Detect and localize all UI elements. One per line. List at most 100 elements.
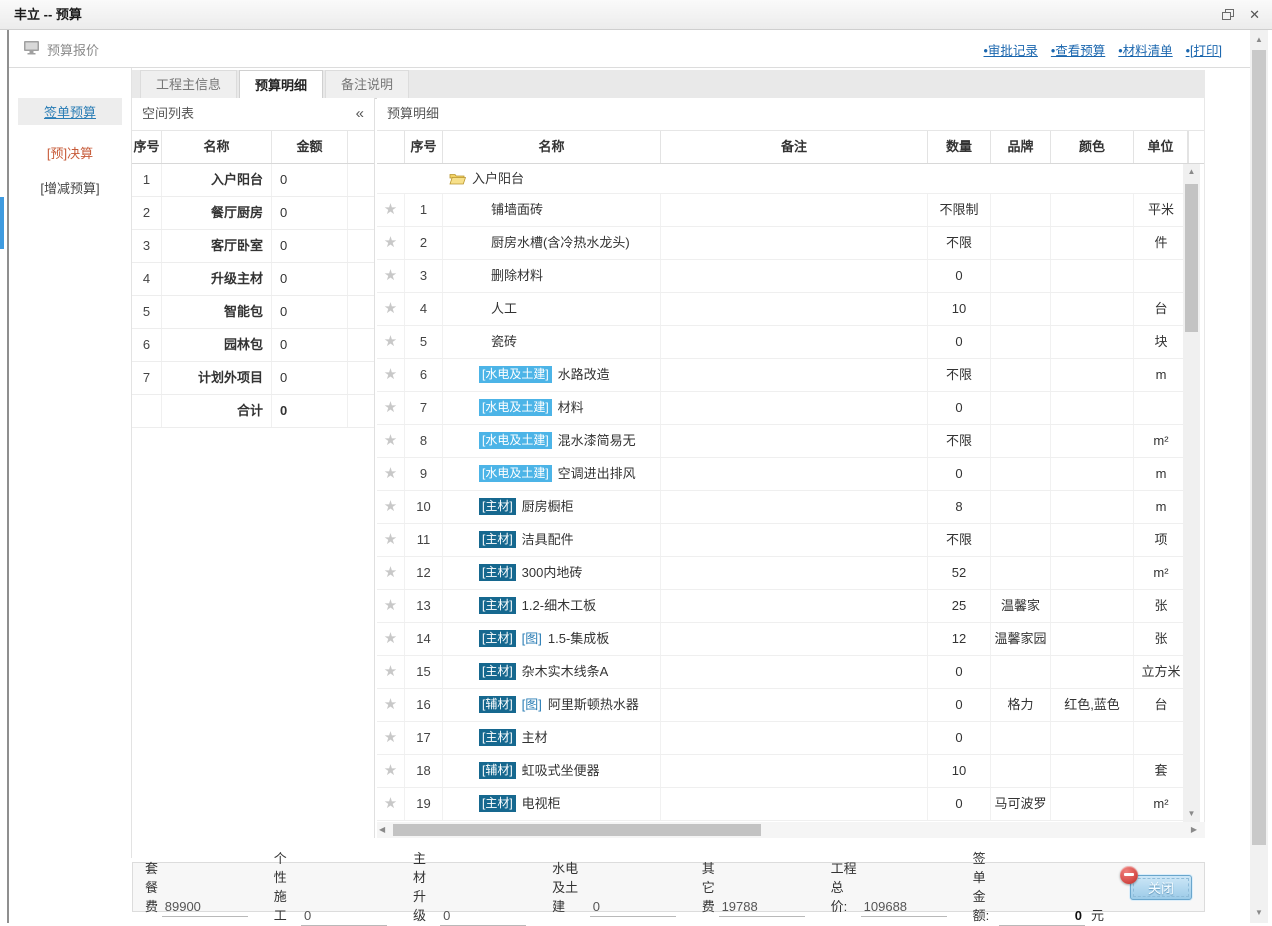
budget-item-row[interactable]: ★ 2 厨房水槽(含冷热水龙头) 不限 件 [377,227,1188,260]
vertical-scroll-thumb[interactable] [1185,184,1198,332]
budget-item-row[interactable]: ★ 11 [主材]洁具配件 不限 项 [377,524,1188,557]
group-name: 入户阳台 [472,164,524,193]
header-link[interactable]: •[打印] [1186,40,1222,59]
image-link[interactable]: [图] [522,631,542,646]
budget-item-row[interactable]: ★ 13 [主材]1.2-细木工板 25 温馨家 张 [377,590,1188,623]
favorite-star-icon[interactable]: ★ [377,458,405,490]
col-remark: 备注 [661,131,928,163]
favorite-star-icon[interactable]: ★ [377,227,405,259]
favorite-star-icon[interactable]: ★ [377,491,405,523]
budget-item-row[interactable]: ★ 5 瓷砖 0 块 [377,326,1188,359]
budget-item-row[interactable]: ★ 1 铺墙面砖 不限制 平米 [377,194,1188,227]
cell-color: 红色,蓝色 [1051,689,1134,721]
image-link[interactable]: [图] [522,697,542,712]
header-link[interactable]: •审批记录 [984,40,1038,59]
budget-item-row[interactable]: ★ 16 [辅材][图]阿里斯顿热水器 0 格力 红色,蓝色 台 [377,689,1188,722]
tab[interactable]: 预算明细 [239,70,323,99]
scroll-down-icon[interactable]: ▼ [1250,905,1268,921]
cell-seq: 2 [132,197,162,229]
space-row[interactable]: 7 计划外项目 0 [132,362,374,395]
category-badge: [主材] [479,597,516,614]
cell-unit [1134,392,1188,424]
space-row[interactable]: 2 餐厅厨房 0 [132,197,374,230]
favorite-star-icon[interactable]: ★ [377,788,405,820]
group-row[interactable]: 入户阳台 [377,164,1188,194]
favorite-star-icon[interactable]: ★ [377,260,405,292]
favorite-star-icon[interactable]: ★ [377,425,405,457]
cell-brand: 温馨家园 [991,623,1051,655]
favorite-star-icon[interactable]: ★ [377,293,405,325]
budget-item-row[interactable]: ★ 9 [水电及土建]空调进出排风 0 m [377,458,1188,491]
restore-window-icon[interactable] [1222,9,1235,21]
scroll-up-icon[interactable]: ▲ [1183,164,1200,180]
favorite-star-icon[interactable]: ★ [377,524,405,556]
col-brand: 品牌 [991,131,1051,163]
budget-item-row[interactable]: ★ 19 [主材]电视柜 0 马可波罗 m² [377,788,1188,821]
page-scroll-thumb[interactable] [1252,50,1266,845]
scroll-right-icon[interactable]: ▶ [1191,822,1197,838]
space-row[interactable]: 1 入户阳台 0 [132,164,374,197]
scroll-left-icon[interactable]: ◀ [379,822,385,838]
scroll-down-icon[interactable]: ▼ [1183,806,1200,822]
remove-badge-icon[interactable] [1120,866,1138,884]
favorite-star-icon[interactable]: ★ [377,326,405,358]
favorite-star-icon[interactable]: ★ [377,392,405,424]
budget-item-row[interactable]: ★ 17 [主材]主材 0 [377,722,1188,755]
cell-amount: 0 [272,164,348,196]
cell-name: [主材]300内地砖 [443,557,661,589]
cell-brand [991,425,1051,457]
cell-quantity: 10 [928,293,991,325]
category-badge: [主材] [479,498,516,515]
close-button[interactable]: 关闭 [1130,875,1192,900]
favorite-star-icon[interactable]: ★ [377,194,405,226]
cell-amount: 0 [272,329,348,361]
collapse-panel-icon[interactable]: « [356,98,364,130]
favorite-star-icon[interactable]: ★ [377,557,405,589]
cell-unit: m² [1134,425,1188,457]
budget-item-row[interactable]: ★ 10 [主材]厨房橱柜 8 m [377,491,1188,524]
budget-item-row[interactable]: ★ 7 [水电及土建]材料 0 [377,392,1188,425]
detail-horizontal-scrollbar[interactable]: ◀ ▶ [377,822,1205,838]
budget-item-row[interactable]: ★ 3 删除材料 0 [377,260,1188,293]
tab[interactable]: 工程主信息 [140,70,237,98]
budget-item-row[interactable]: ★ 15 [主材]杂木实木线条A 0 立方米 [377,656,1188,689]
space-row[interactable]: 合计 0 [132,395,374,428]
budget-item-row[interactable]: ★ 4 人工 10 台 [377,293,1188,326]
favorite-star-icon[interactable]: ★ [377,590,405,622]
header-link[interactable]: •材料清单 [1118,40,1172,59]
favorite-star-icon[interactable]: ★ [377,623,405,655]
space-row[interactable]: 6 园林包 0 [132,329,374,362]
cell-name: [水电及土建]水路改造 [443,359,661,391]
budget-item-row[interactable]: ★ 6 [水电及土建]水路改造 不限 m [377,359,1188,392]
page-vertical-scrollbar[interactable]: ▲ ▼ [1250,30,1268,923]
cell-amount: 0 [272,263,348,295]
cell-quantity: 0 [928,326,991,358]
favorite-star-icon[interactable]: ★ [377,755,405,787]
close-window-icon[interactable]: ✕ [1249,7,1260,23]
scroll-up-icon[interactable]: ▲ [1250,32,1268,48]
footer-field-value: 0 [999,908,1085,926]
horizontal-scroll-thumb[interactable] [393,824,761,836]
cell-brand [991,293,1051,325]
favorite-star-icon[interactable]: ★ [377,722,405,754]
budget-item-row[interactable]: ★ 18 [辅材]虹吸式坐便器 10 套 [377,755,1188,788]
space-row[interactable]: 5 智能包 0 [132,296,374,329]
sidebar-item[interactable]: 签单预算 [9,98,131,125]
sidebar-item[interactable]: [预]决算 [9,139,131,166]
category-badge: [主材] [479,729,516,746]
favorite-star-icon[interactable]: ★ [377,656,405,688]
space-row[interactable]: 4 升级主材 0 [132,263,374,296]
budget-item-row[interactable]: ★ 14 [主材][图]1.5-集成板 12 温馨家园 张 [377,623,1188,656]
favorite-star-icon[interactable]: ★ [377,689,405,721]
favorite-star-icon[interactable]: ★ [377,359,405,391]
cell-remark [661,788,928,820]
budget-item-row[interactable]: ★ 12 [主材]300内地砖 52 m² [377,557,1188,590]
space-row[interactable]: 3 客厅卧室 0 [132,230,374,263]
tab[interactable]: 备注说明 [325,70,409,98]
sidebar-item-label: 签单预算 [18,98,122,125]
detail-vertical-scrollbar[interactable]: ▲ ▼ [1183,164,1200,822]
cell-remark [661,194,928,226]
header-link[interactable]: •查看预算 [1051,40,1105,59]
budget-item-row[interactable]: ★ 8 [水电及土建]混水漆简易无 不限 m² [377,425,1188,458]
sidebar-item[interactable]: [增减预算] [9,174,131,201]
